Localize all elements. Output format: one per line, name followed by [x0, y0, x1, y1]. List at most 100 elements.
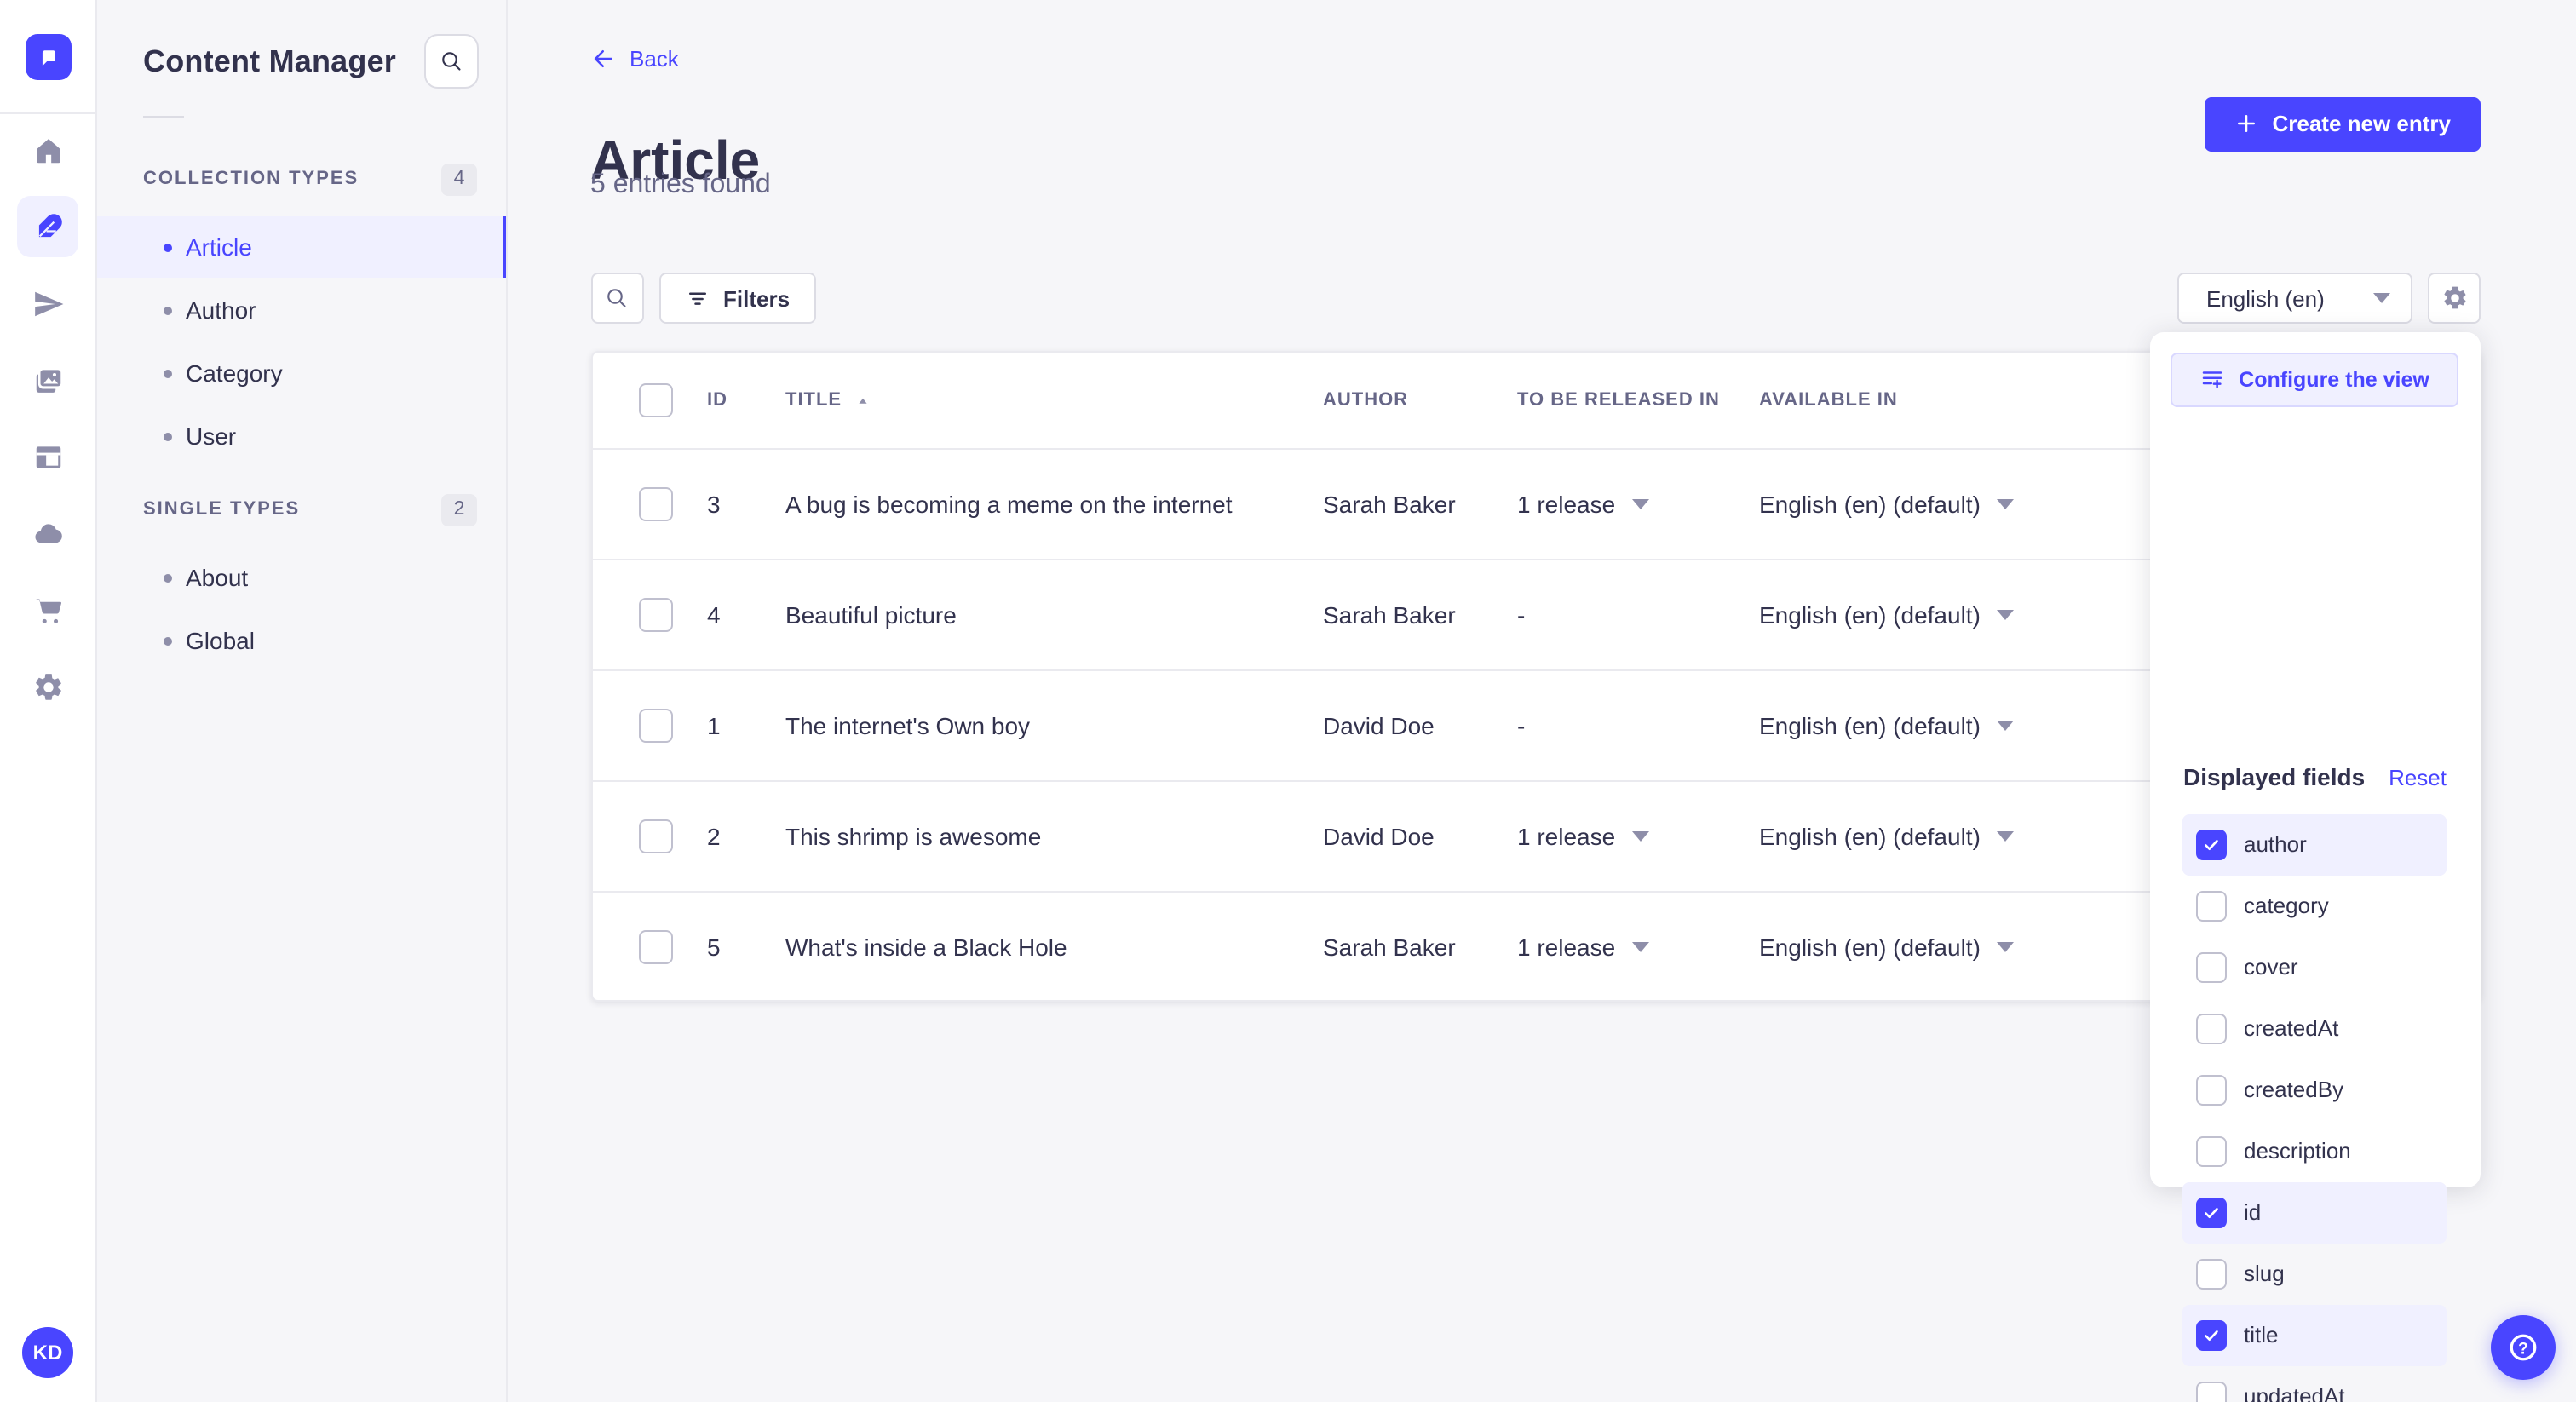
bullet-icon	[164, 432, 172, 440]
rail-button-gear[interactable]	[17, 656, 78, 717]
row-checkbox[interactable]	[638, 930, 672, 964]
cell-title: Beautiful picture	[785, 601, 957, 629]
rail-button-cloud[interactable]	[17, 503, 78, 564]
back-link[interactable]: Back	[590, 46, 679, 72]
sidebar-item-article[interactable]: Article	[97, 216, 506, 278]
unchecked-checkbox[interactable]	[2196, 1013, 2227, 1043]
sidebar-item-label: User	[186, 422, 237, 450]
sidebar-item-user[interactable]: User	[97, 405, 506, 467]
rail-nav	[0, 119, 95, 717]
sidebar-divider	[143, 116, 184, 118]
rail-button-paper-plane[interactable]	[17, 273, 78, 334]
plus-icon	[2233, 111, 2258, 136]
gear-icon	[32, 670, 64, 703]
displayed-fields-title: Displayed fields	[2183, 763, 2366, 790]
help-button[interactable]: ?	[2491, 1315, 2556, 1380]
filters-label: Filters	[723, 285, 791, 311]
paper-plane-icon	[32, 287, 64, 319]
chevron-down-icon[interactable]	[1997, 610, 2015, 620]
sidebar-item-label: Global	[186, 627, 255, 654]
column-header-release: TO BE RELEASED IN	[1517, 390, 1720, 411]
unchecked-checkbox[interactable]	[2196, 1258, 2227, 1289]
filter-icon	[684, 285, 710, 311]
row-checkbox[interactable]	[638, 487, 672, 521]
strapi-logo-icon[interactable]	[25, 33, 71, 79]
sidebar-item-author[interactable]: Author	[97, 279, 506, 341]
configure-view-button[interactable]: Configure the view	[2171, 352, 2458, 406]
checked-checkbox[interactable]	[2196, 1197, 2227, 1227]
bullet-icon	[164, 573, 172, 582]
unchecked-checkbox[interactable]	[2196, 890, 2227, 921]
unchecked-checkbox[interactable]	[2196, 951, 2227, 982]
app: KD Content Manager COLLECTION TYPES 4 Ar…	[0, 0, 2576, 1402]
row-checkbox[interactable]	[638, 709, 672, 743]
field-toggle-createdAt[interactable]: createdAt	[2182, 997, 2447, 1059]
sidebar-item-about[interactable]: About	[97, 547, 506, 608]
table-search-button[interactable]	[590, 273, 643, 324]
column-header-title[interactable]: TITLE	[785, 390, 1323, 411]
create-button-label: Create new entry	[2272, 111, 2451, 136]
rail-button-media[interactable]	[17, 349, 78, 411]
sidebar-item-global[interactable]: Global	[97, 610, 506, 671]
displayed-fields-list: author category cover createdAt createdBy des…	[2182, 813, 2447, 1402]
rail-button-feather[interactable]	[17, 196, 78, 257]
filters-button[interactable]: Filters	[658, 273, 816, 324]
field-toggle-cover[interactable]: cover	[2182, 936, 2447, 997]
bullet-icon	[164, 243, 172, 251]
feather-icon	[32, 210, 64, 243]
chevron-down-icon[interactable]	[1997, 499, 2015, 509]
rail-button-home[interactable]	[17, 119, 78, 181]
back-arrow-icon	[590, 46, 616, 72]
chevron-down-icon[interactable]	[1997, 721, 2015, 731]
cell-id: 4	[707, 601, 721, 629]
row-checkbox[interactable]	[638, 819, 672, 853]
sidebar-item-category[interactable]: Category	[97, 342, 506, 404]
checked-checkbox[interactable]	[2196, 829, 2227, 859]
row-checkbox[interactable]	[638, 598, 672, 632]
cell-release: -	[1517, 601, 1759, 629]
available-value: English (en) (default)	[1759, 823, 1981, 850]
bullet-icon	[164, 306, 172, 314]
field-toggle-description[interactable]: description	[2182, 1120, 2447, 1181]
field-label: updatedAt	[2244, 1383, 2345, 1402]
cell-release: 1 release	[1517, 934, 1759, 961]
field-toggle-author[interactable]: author	[2182, 813, 2447, 875]
gear-icon	[2441, 284, 2468, 312]
release-value: -	[1517, 601, 1526, 629]
field-toggle-updatedAt[interactable]: updatedAt	[2182, 1365, 2447, 1402]
available-value: English (en) (default)	[1759, 934, 1981, 961]
sidebar-item-label: Category	[186, 359, 283, 387]
chevron-down-icon[interactable]	[1632, 942, 1650, 952]
rail-button-layout[interactable]	[17, 426, 78, 487]
select-all-checkbox[interactable]	[638, 383, 672, 417]
cell-release: -	[1517, 712, 1759, 739]
field-label: description	[2244, 1138, 2351, 1164]
checked-checkbox[interactable]	[2196, 1319, 2227, 1350]
chevron-down-icon[interactable]	[1997, 831, 2015, 842]
avatar[interactable]: KD	[22, 1327, 73, 1378]
sidebar-item-label: About	[186, 564, 249, 591]
section-collection-types: COLLECTION TYPES 4 Article Author Category…	[97, 162, 506, 467]
configure-view-label: Configure the view	[2239, 367, 2429, 391]
chevron-down-icon[interactable]	[1632, 831, 1650, 842]
view-settings-button[interactable]	[2428, 273, 2481, 324]
chevron-down-icon[interactable]	[1632, 499, 1650, 509]
field-label: createdBy	[2244, 1077, 2344, 1102]
cell-author: Sarah Baker	[1323, 601, 1456, 629]
field-label: title	[2244, 1322, 2279, 1347]
rail-button-cart[interactable]	[17, 579, 78, 641]
unchecked-checkbox[interactable]	[2196, 1074, 2227, 1105]
unchecked-checkbox[interactable]	[2196, 1381, 2227, 1402]
field-toggle-id[interactable]: id	[2182, 1181, 2447, 1243]
sidebar-search-button[interactable]	[424, 34, 479, 89]
field-toggle-slug[interactable]: slug	[2182, 1243, 2447, 1304]
field-toggle-title[interactable]: title	[2182, 1304, 2447, 1365]
field-toggle-category[interactable]: category	[2182, 875, 2447, 936]
field-toggle-createdBy[interactable]: createdBy	[2182, 1059, 2447, 1120]
column-header-id: ID	[707, 390, 727, 411]
unchecked-checkbox[interactable]	[2196, 1135, 2227, 1166]
reset-link[interactable]: Reset	[2389, 764, 2447, 790]
locale-select[interactable]: English (en)	[2177, 273, 2412, 324]
chevron-down-icon[interactable]	[1997, 942, 2015, 952]
create-new-entry-button[interactable]: Create new entry	[2204, 96, 2480, 151]
